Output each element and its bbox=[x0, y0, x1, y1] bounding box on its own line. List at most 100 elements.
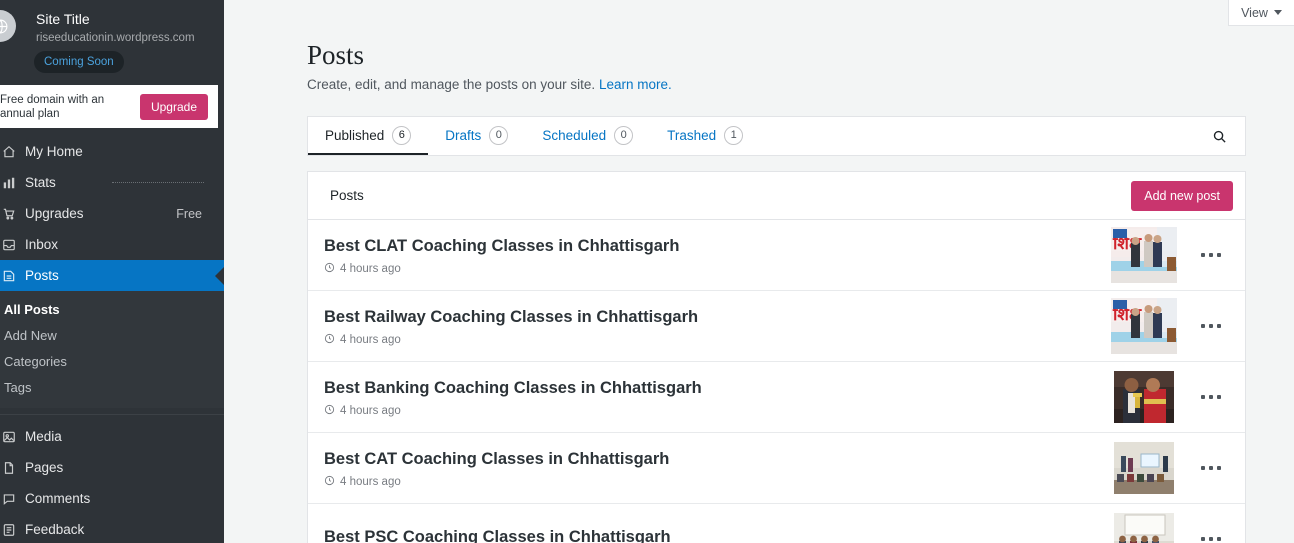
submenu-label: All Posts bbox=[4, 301, 60, 317]
site-url: riseeducationin.wordpress.com bbox=[36, 32, 195, 44]
sidebar-nav: My Home Stats Upgrades Free Inbox Posts … bbox=[0, 136, 224, 543]
posts-list-card: Posts Add new post Best CLAT Coaching Cl… bbox=[307, 171, 1246, 543]
clock-icon bbox=[324, 404, 335, 418]
sidebar-item-pages[interactable]: Pages bbox=[0, 452, 224, 483]
post-meta: 4 hours ago bbox=[324, 262, 1111, 276]
clock-icon bbox=[324, 262, 335, 276]
posts-submenu: All Posts Add New Categories Tags bbox=[0, 291, 224, 408]
sidebar-label: Inbox bbox=[25, 237, 59, 252]
globe-icon bbox=[0, 10, 16, 42]
tab-trashed[interactable]: Trashed 1 bbox=[650, 117, 760, 155]
tab-count: 1 bbox=[724, 125, 744, 145]
sidebar-item-my-home[interactable]: My Home bbox=[0, 136, 224, 167]
table-row[interactable]: Best CAT Coaching Classes in Chhattisgar… bbox=[308, 433, 1245, 504]
tab-label: Trashed bbox=[667, 127, 717, 143]
sidebar-label: Comments bbox=[25, 491, 91, 506]
submenu-item-categories[interactable]: Categories bbox=[0, 348, 224, 374]
post-title[interactable]: Best Railway Coaching Classes in Chhatti… bbox=[324, 306, 1111, 328]
view-dropdown[interactable]: View bbox=[1228, 0, 1294, 26]
post-time: 4 hours ago bbox=[340, 404, 401, 417]
main-content: Posts Create, edit, and manage the posts… bbox=[224, 0, 1294, 543]
sidebar-label: Stats bbox=[25, 175, 56, 190]
post-thumbnail[interactable]: शिक्ष bbox=[1111, 298, 1177, 354]
tab-scheduled[interactable]: Scheduled 0 bbox=[525, 117, 650, 155]
post-thumbnail[interactable] bbox=[1111, 369, 1177, 425]
sidebar-divider bbox=[112, 182, 204, 183]
post-meta: 4 hours ago bbox=[324, 333, 1111, 347]
post-title[interactable]: Best Banking Coaching Classes in Chhatti… bbox=[324, 377, 1111, 399]
tab-count: 0 bbox=[614, 125, 634, 145]
submenu-label: Tags bbox=[4, 379, 32, 395]
submenu-label: Add New bbox=[4, 327, 57, 343]
sidebar-item-upgrades[interactable]: Upgrades Free bbox=[0, 198, 224, 229]
table-row[interactable]: Best Railway Coaching Classes in Chhatti… bbox=[308, 291, 1245, 362]
submenu-item-tags[interactable]: Tags bbox=[0, 374, 224, 400]
post-info: Best Railway Coaching Classes in Chhatti… bbox=[324, 306, 1111, 347]
post-actions-menu[interactable] bbox=[1183, 537, 1239, 541]
tab-label: Drafts bbox=[445, 127, 482, 143]
page-subtitle: Create, edit, and manage the posts on yo… bbox=[307, 77, 672, 92]
submenu-label: Categories bbox=[4, 353, 67, 369]
coming-soon-badge: Coming Soon bbox=[34, 51, 124, 73]
chart-bars-icon bbox=[2, 176, 16, 190]
upgrades-plan-label: Free bbox=[176, 206, 202, 221]
submenu-item-add-new[interactable]: Add New bbox=[0, 322, 224, 348]
post-actions-menu[interactable] bbox=[1183, 253, 1239, 257]
submenu-item-all-posts[interactable]: All Posts bbox=[0, 296, 224, 322]
sidebar: Site Title riseeducationin.wordpress.com… bbox=[0, 0, 224, 543]
view-label: View bbox=[1241, 5, 1268, 20]
post-meta: 4 hours ago bbox=[324, 475, 1111, 489]
add-new-post-button[interactable]: Add new post bbox=[1131, 180, 1233, 211]
media-icon bbox=[2, 430, 16, 444]
app-screen: Site Title riseeducationin.wordpress.com… bbox=[0, 0, 1294, 543]
post-title[interactable]: Best PSC Coaching Classes in Chhattisgar… bbox=[324, 526, 1111, 543]
post-thumbnail[interactable]: शिक्ष bbox=[1111, 227, 1177, 283]
tab-drafts[interactable]: Drafts 0 bbox=[428, 117, 525, 155]
tab-count: 0 bbox=[489, 125, 509, 145]
post-actions-menu[interactable] bbox=[1183, 395, 1239, 399]
tab-count: 6 bbox=[392, 125, 412, 145]
sidebar-label: My Home bbox=[25, 144, 83, 159]
table-row[interactable]: Best PSC Coaching Classes in Chhattisgar… bbox=[308, 504, 1245, 543]
tabs-bar: Published 6 Drafts 0 Scheduled 0 Trashed… bbox=[307, 116, 1246, 156]
post-time: 4 hours ago bbox=[340, 262, 401, 275]
post-title[interactable]: Best CLAT Coaching Classes in Chhattisga… bbox=[324, 235, 1111, 257]
sidebar-item-comments[interactable]: Comments bbox=[0, 483, 224, 514]
table-row[interactable]: Best Banking Coaching Classes in Chhatti… bbox=[308, 362, 1245, 433]
tab-published[interactable]: Published 6 bbox=[308, 117, 429, 155]
search-icon[interactable] bbox=[1193, 117, 1245, 155]
page-subtitle-text: Create, edit, and manage the posts on yo… bbox=[307, 77, 596, 92]
sidebar-item-stats[interactable]: Stats bbox=[0, 167, 224, 198]
upgrade-button[interactable]: Upgrade bbox=[139, 93, 208, 120]
site-header[interactable]: Site Title riseeducationin.wordpress.com… bbox=[0, 0, 224, 84]
sidebar-label: Posts bbox=[25, 268, 59, 283]
sidebar-item-media[interactable]: Media bbox=[0, 421, 224, 452]
post-info: Best CAT Coaching Classes in Chhattisgar… bbox=[324, 448, 1111, 489]
post-thumbnail[interactable] bbox=[1111, 511, 1177, 543]
post-actions-menu[interactable] bbox=[1183, 466, 1239, 470]
post-meta: 4 hours ago bbox=[324, 404, 1111, 418]
cart-icon bbox=[2, 207, 16, 221]
sidebar-label: Pages bbox=[25, 460, 64, 475]
feedback-icon bbox=[2, 523, 16, 537]
table-row[interactable]: Best CLAT Coaching Classes in Chhattisga… bbox=[308, 220, 1245, 291]
pages-icon bbox=[2, 461, 16, 475]
clock-icon bbox=[324, 475, 335, 489]
post-info: Best Banking Coaching Classes in Chhatti… bbox=[324, 377, 1111, 418]
chevron-down-icon bbox=[1273, 10, 1282, 15]
post-title[interactable]: Best CAT Coaching Classes in Chhattisgar… bbox=[324, 448, 1111, 470]
sidebar-item-feedback[interactable]: Feedback bbox=[0, 514, 224, 543]
sidebar-item-inbox[interactable]: Inbox bbox=[0, 229, 224, 260]
post-thumbnail[interactable] bbox=[1111, 440, 1177, 496]
page-title: Posts bbox=[307, 40, 365, 70]
posts-list-header: Posts Add new post bbox=[308, 172, 1245, 220]
site-title: Site Title bbox=[36, 11, 90, 27]
post-time: 4 hours ago bbox=[340, 333, 401, 346]
post-info: Best CLAT Coaching Classes in Chhattisga… bbox=[324, 235, 1111, 276]
posts-icon bbox=[2, 269, 16, 283]
upgrade-banner: Free domain with an annual plan Upgrade bbox=[0, 85, 218, 128]
post-actions-menu[interactable] bbox=[1183, 324, 1239, 328]
learn-more-link[interactable]: Learn more. bbox=[599, 77, 672, 92]
sidebar-item-posts[interactable]: Posts bbox=[0, 260, 224, 291]
comment-icon bbox=[2, 492, 16, 506]
